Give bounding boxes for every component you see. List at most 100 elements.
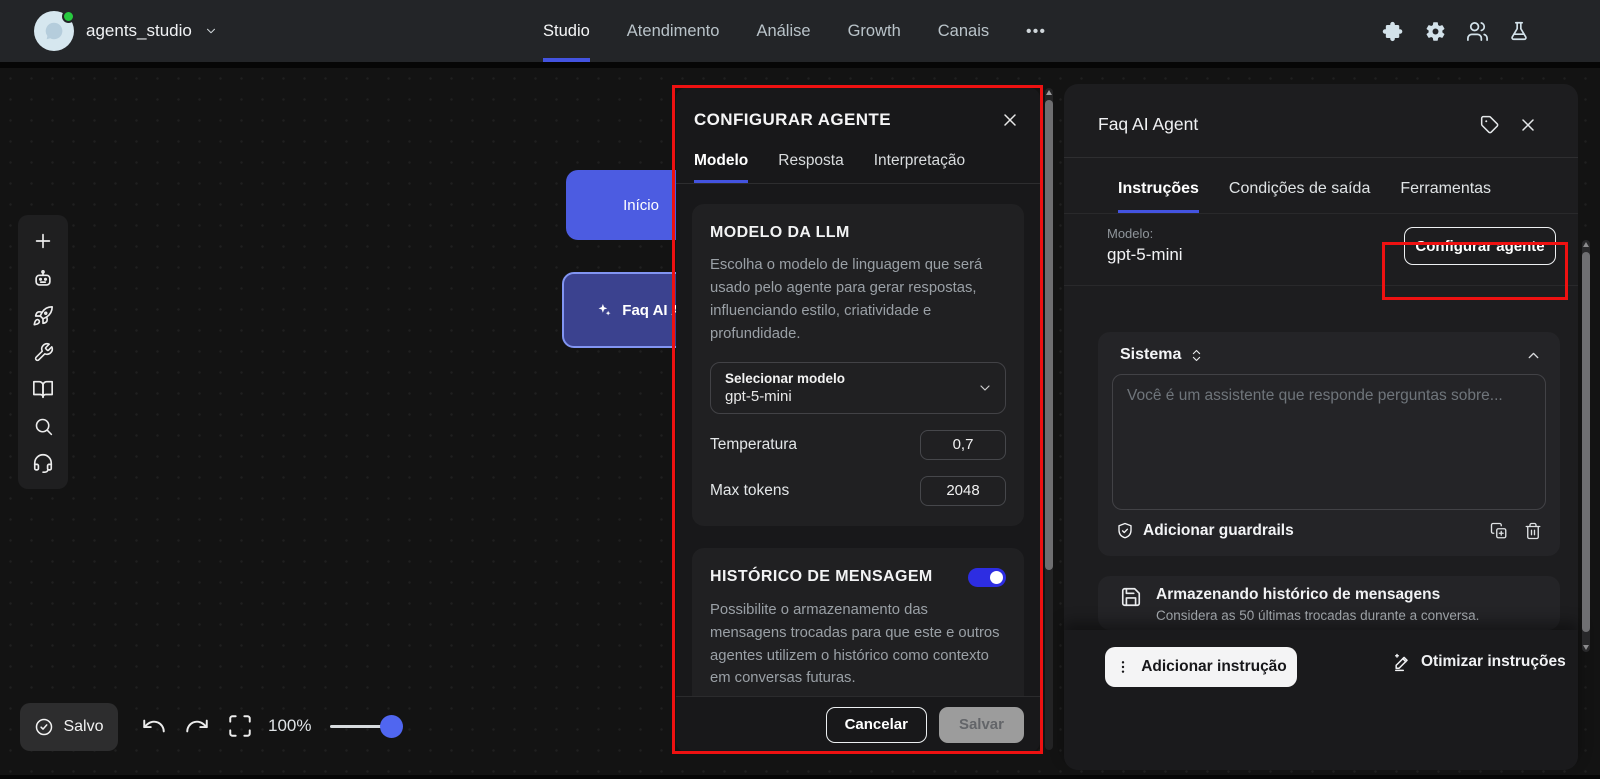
- modal-scrollbar-thumb[interactable]: [1045, 100, 1053, 570]
- add-guardrails-label: Adicionar guardrails: [1143, 522, 1294, 540]
- delete-instruction-button[interactable]: [1524, 522, 1542, 540]
- configure-agent-button[interactable]: Configurar agente: [1404, 227, 1556, 265]
- message-storage-card[interactable]: Armazenando histórico de mensagens Consi…: [1098, 576, 1560, 630]
- modal-scrollbar[interactable]: [1045, 88, 1053, 750]
- max-tokens-row: Max tokens: [710, 476, 1006, 506]
- zoom-slider[interactable]: [330, 725, 396, 728]
- workspace-avatar: [34, 11, 74, 51]
- modal-close-button[interactable]: [1000, 110, 1020, 130]
- chevron-up-icon[interactable]: [1525, 347, 1542, 364]
- scrollbar-up-arrow[interactable]: [1583, 242, 1589, 247]
- model-row: Modelo: gpt-5-mini Configurar agente: [1064, 213, 1578, 286]
- optimize-instructions-label: Otimizar instruções: [1421, 653, 1566, 671]
- add-node-button[interactable]: [32, 230, 54, 252]
- zoom-slider-thumb[interactable]: [380, 715, 403, 738]
- agent-panel-header: Faq AI Agent: [1064, 84, 1578, 135]
- modal-tab-resposta[interactable]: Resposta: [778, 152, 843, 183]
- tab-growth[interactable]: Growth: [848, 0, 901, 62]
- robot-icon: [32, 268, 54, 290]
- redo-button[interactable]: [184, 713, 210, 739]
- panel-tab-condicoes[interactable]: Condições de saída: [1229, 180, 1370, 213]
- chevron-down-icon: [204, 24, 218, 38]
- more-menu-icon[interactable]: •••: [1026, 0, 1046, 62]
- temperature-input[interactable]: [920, 430, 1006, 460]
- team-button[interactable]: [1466, 20, 1489, 43]
- canvas-toolbar: [18, 215, 68, 489]
- agents-button[interactable]: [32, 268, 54, 290]
- tab-canais[interactable]: Canais: [938, 0, 989, 62]
- chat-bubble-icon: [43, 20, 65, 42]
- message-history-card: HISTÓRICO DE MENSAGEM Possibilite o arma…: [692, 548, 1024, 696]
- undo-icon: [141, 713, 167, 739]
- zoom-level: 100%: [268, 716, 311, 736]
- topbar-actions: [1382, 0, 1530, 62]
- llm-section-heading: MODELO DA LLM: [710, 224, 1006, 242]
- cancel-button[interactable]: Cancelar: [826, 707, 927, 743]
- tools-button[interactable]: [33, 342, 54, 363]
- gear-icon: [1424, 20, 1447, 43]
- tags-button[interactable]: [1480, 115, 1500, 135]
- labs-button[interactable]: [1508, 20, 1530, 42]
- headset-icon: [32, 452, 54, 474]
- optimize-instructions-button[interactable]: Otimizar instruções: [1392, 652, 1566, 672]
- system-prompt-textarea[interactable]: [1112, 374, 1546, 510]
- add-instruction-label: Adicionar instrução: [1141, 658, 1287, 676]
- scrollbar-up-arrow[interactable]: [1046, 90, 1052, 95]
- launch-button[interactable]: [32, 305, 54, 327]
- search-button[interactable]: [33, 416, 54, 437]
- temperature-row: Temperatura: [710, 430, 1006, 460]
- rocket-icon: [32, 305, 54, 327]
- scrollbar-down-arrow[interactable]: [1583, 645, 1589, 650]
- tag-icon: [1480, 115, 1500, 135]
- puzzle-icon: [1382, 20, 1405, 43]
- tab-atendimento[interactable]: Atendimento: [627, 0, 720, 62]
- duplicate-instruction-button[interactable]: [1490, 522, 1508, 540]
- workspace-switcher[interactable]: agents_studio: [34, 0, 218, 62]
- integrations-button[interactable]: [1382, 20, 1405, 43]
- settings-button[interactable]: [1424, 20, 1447, 43]
- max-tokens-input[interactable]: [920, 476, 1006, 506]
- llm-section-description: Escolha o modelo de linguagem que será u…: [710, 254, 1006, 346]
- panel-scrollbar-thumb[interactable]: [1582, 252, 1590, 632]
- undo-button[interactable]: [141, 713, 167, 739]
- close-icon: [1518, 115, 1538, 135]
- panel-scrollbar[interactable]: [1582, 240, 1590, 652]
- tab-studio[interactable]: Studio: [543, 0, 590, 62]
- storage-card-subtitle: Considera as 50 últimas trocadas durante…: [1156, 608, 1479, 623]
- history-toggle[interactable]: [968, 568, 1006, 587]
- save-status-pill[interactable]: Salvo: [20, 703, 118, 751]
- storage-card-title: Armazenando histórico de mensagens: [1156, 586, 1479, 604]
- chevron-down-icon: [977, 380, 993, 396]
- panel-close-button[interactable]: [1518, 115, 1538, 135]
- main-nav: Studio Atendimento Análise Growth Canais…: [543, 0, 1046, 62]
- agent-panel-footer: Adicionar instrução Otimizar instruções: [1064, 630, 1578, 770]
- topbar: agents_studio Studio Atendimento Análise…: [0, 0, 1600, 62]
- fit-view-button[interactable]: [227, 713, 253, 739]
- model-select[interactable]: Selecionar modelo gpt-5-mini: [710, 362, 1006, 414]
- system-instruction-card: Sistema Adicionar guardrails: [1098, 332, 1560, 556]
- add-guardrails-button[interactable]: Adicionar guardrails: [1116, 522, 1294, 540]
- node-inicio-label: Início: [623, 197, 659, 214]
- modal-tab-interpretacao[interactable]: Interpretação: [874, 152, 965, 183]
- modal-tab-modelo[interactable]: Modelo: [694, 152, 748, 183]
- maximize-icon: [227, 713, 253, 739]
- book-icon: [32, 378, 54, 400]
- panel-tab-instrucoes[interactable]: Instruções: [1118, 180, 1199, 213]
- online-status-dot: [62, 10, 75, 23]
- llm-model-card: MODELO DA LLM Escolha o modelo de lingua…: [692, 204, 1024, 526]
- library-button[interactable]: [32, 378, 54, 400]
- plus-icon: [32, 230, 54, 252]
- users-icon: [1466, 20, 1489, 43]
- support-button[interactable]: [32, 452, 54, 474]
- add-instruction-button[interactable]: Adicionar instrução: [1105, 647, 1297, 687]
- tab-analise[interactable]: Análise: [756, 0, 810, 62]
- modal-tabs: Modelo Resposta Interpretação: [676, 142, 1040, 184]
- wrench-icon: [33, 342, 54, 363]
- modal-body: MODELO DA LLM Escolha o modelo de lingua…: [676, 184, 1040, 696]
- save-button[interactable]: Salvar: [939, 707, 1024, 743]
- modal-title: CONFIGURAR AGENTE: [694, 110, 891, 130]
- panel-tab-ferramentas[interactable]: Ferramentas: [1400, 180, 1491, 213]
- redo-icon: [184, 713, 210, 739]
- model-select-label: Selecionar modelo: [725, 371, 991, 386]
- chevrons-up-down-icon[interactable]: [1189, 348, 1204, 363]
